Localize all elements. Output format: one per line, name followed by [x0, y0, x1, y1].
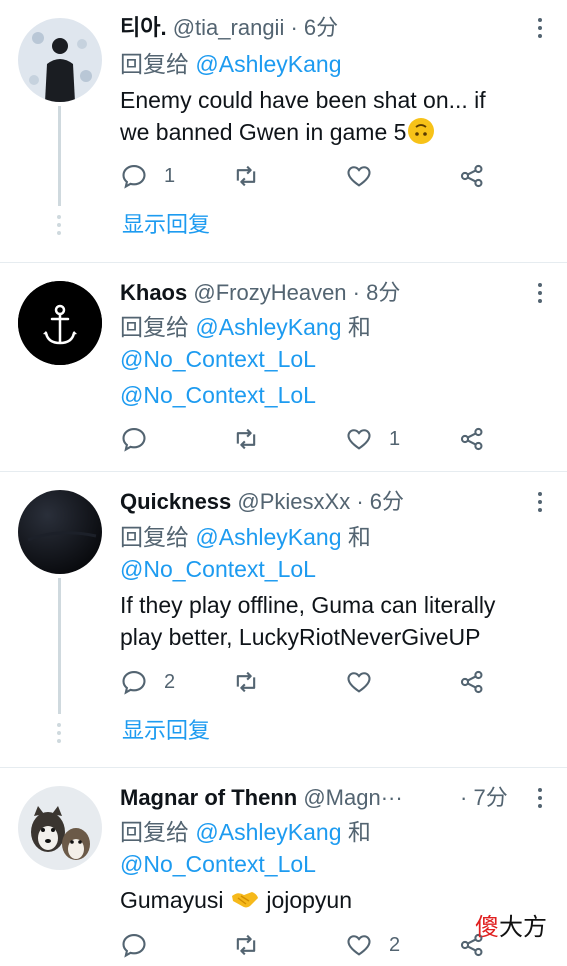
avatar[interactable] [18, 18, 102, 102]
reply-context: @No_Context_LoL [120, 553, 316, 585]
avatar[interactable] [18, 281, 102, 365]
share-button[interactable] [458, 160, 486, 192]
reply-context: 回复给 @AshleyKang 和 [120, 314, 371, 340]
reply-button[interactable]: 1 [120, 160, 175, 192]
reply-context: @No_Context_LoL [120, 848, 316, 880]
handle[interactable]: @FrozyHeaven [193, 280, 346, 305]
mention-link[interactable]: @AshleyKang [195, 51, 341, 77]
like-button[interactable]: 1 [345, 423, 400, 455]
share-button[interactable] [458, 666, 486, 698]
tweet-header: Magnar of Thenn @Magn··· [120, 782, 487, 814]
handle[interactable]: @PkiesxXx [237, 489, 350, 514]
action-bar: 1 [120, 423, 500, 455]
reply-button[interactable] [120, 423, 164, 455]
reply-context: @No_Context_LoL [120, 343, 316, 375]
watermark: 傻大方 [475, 913, 547, 941]
tweet-header: Khaos @FrozyHeaven · 8分 [120, 277, 527, 309]
tweet-1[interactable]: 티아. @tia_rangii · 6分 回复给 @AshleyKang Ene… [0, 0, 567, 262]
mention-link[interactable]: @No_Context_LoL [120, 556, 316, 582]
tweet-header: 티아. @tia_rangii · 6分 [120, 12, 527, 44]
mention-link[interactable]: @AshleyKang [195, 524, 341, 550]
tweet-3[interactable]: Quickness @PkiesxXx · 6分 回复给 @AshleyKang… [0, 472, 567, 767]
heart-icon [347, 672, 371, 693]
separator-dot: · [356, 489, 364, 514]
timestamp[interactable]: 8分 [366, 280, 400, 305]
reply-button[interactable]: 2 [120, 666, 175, 698]
retweet-icon [236, 934, 256, 956]
thread-dots [57, 723, 62, 747]
retweet-icon [236, 671, 256, 693]
reply-count: 1 [164, 164, 176, 187]
reply-icon [122, 165, 146, 189]
reply-icon [122, 934, 146, 958]
display-name[interactable]: Magnar of Thenn [120, 785, 297, 810]
more-icon[interactable] [537, 492, 543, 516]
reply-count: 2 [164, 670, 176, 693]
like-button[interactable] [345, 666, 389, 698]
reply-context: 回复给 @AshleyKang [120, 51, 342, 77]
heart-icon [347, 429, 371, 450]
mention-link[interactable]: @No_Context_LoL [120, 851, 316, 877]
timestamp[interactable]: 6分 [370, 489, 404, 514]
tweet-text-line: If they play offline, Guma can literally [120, 592, 496, 618]
show-replies-link[interactable]: 显示回复 [122, 715, 210, 747]
retweet-icon [236, 428, 256, 450]
tweet-2[interactable]: Khaos @FrozyHeaven · 8分 回复给 @AshleyKang … [0, 263, 567, 471]
handle[interactable]: @tia_rangii [173, 15, 285, 40]
display-name[interactable]: Khaos [120, 280, 187, 305]
tweet-text-line: play better, LuckyRiotNeverGiveUP [120, 624, 481, 650]
more-icon[interactable] [537, 788, 543, 812]
reply-context: 回复给 @AshleyKang 和 [120, 524, 371, 550]
tweet-text-line: Enemy could have been shat on... if [120, 87, 486, 113]
share-icon [460, 670, 483, 694]
separator-dot: · [352, 280, 360, 305]
heart-icon [347, 166, 371, 187]
timestamp[interactable]: 7分 [473, 785, 507, 810]
action-bar: 2 [120, 666, 500, 698]
share-button[interactable] [458, 423, 486, 455]
more-icon[interactable] [537, 283, 543, 307]
thread-line [58, 578, 61, 714]
retweet-button[interactable] [232, 160, 276, 192]
reply-icon [122, 428, 146, 452]
reply-icon [122, 671, 146, 695]
timestamp[interactable]: 6分 [304, 15, 338, 40]
like-count: 1 [389, 427, 401, 450]
thread-dots [57, 215, 62, 239]
tweet-text-line: we banned Gwen in game 5 [120, 116, 435, 148]
separator-dot: · [460, 785, 468, 810]
more-icon[interactable] [537, 18, 543, 42]
heart-icon [347, 935, 371, 956]
reply-context: 回复给 @AshleyKang 和 [120, 819, 371, 845]
like-button[interactable] [345, 160, 389, 192]
tweet-text-mention[interactable]: @No_Context_LoL [120, 379, 316, 411]
action-bar: 2 [120, 929, 500, 961]
like-count: 2 [389, 933, 401, 956]
separator-dot: · [290, 15, 298, 40]
share-icon [460, 164, 483, 188]
avatar[interactable] [18, 786, 102, 870]
retweet-icon [236, 165, 256, 187]
mention-link[interactable]: @AshleyKang [195, 314, 341, 340]
tweet-header: Quickness @PkiesxXx · 6分 [120, 486, 527, 518]
mention-link[interactable]: @AshleyKang [195, 819, 341, 845]
handle[interactable]: @Magn··· [303, 785, 402, 810]
thread-line [58, 106, 61, 206]
action-bar: 1 [120, 160, 500, 192]
avatar[interactable] [18, 490, 102, 574]
share-icon [460, 427, 483, 451]
tweet-meta: · 7分 [460, 782, 508, 814]
handshake-emoji-icon [230, 888, 260, 920]
show-replies-link[interactable]: 显示回复 [122, 209, 210, 241]
tweet-text-line: Gumayusi jojopyun [120, 884, 352, 920]
display-name[interactable]: 티아. [120, 15, 167, 40]
display-name[interactable]: Quickness [120, 489, 231, 514]
retweet-button[interactable] [232, 929, 276, 961]
retweet-button[interactable] [232, 423, 276, 455]
reply-button[interactable] [120, 929, 164, 961]
mention-link[interactable]: @No_Context_LoL [120, 346, 316, 372]
upside-down-face-emoji-icon [408, 118, 435, 144]
like-button[interactable]: 2 [345, 929, 400, 961]
retweet-button[interactable] [232, 666, 276, 698]
